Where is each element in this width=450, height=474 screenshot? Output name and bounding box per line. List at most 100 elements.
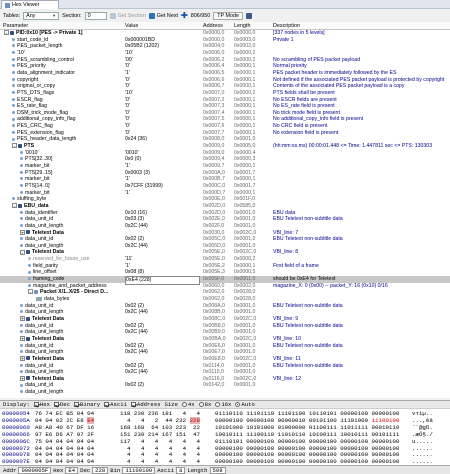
tree-row[interactable]: PTS[29..15] 0x0003 (3) 0x000A,0 0x0001,7 bbox=[0, 170, 450, 177]
add-button[interactable]: ✚ bbox=[181, 11, 188, 20]
tree-row-value: 0x02 (2) bbox=[125, 362, 145, 369]
tree-row[interactable]: data_unit_id 0x02 (2) 0x00B8,0 0x0001,0 EBU … bbox=[0, 323, 450, 330]
tree-row[interactable]: data_unit_length 0x2C (44) 0x00E7,0 0x0001,… bbox=[0, 349, 450, 356]
tree-row[interactable]: additional_copy_info_flag '0' 0x0007,5 0x00… bbox=[0, 116, 450, 123]
tree-row-label: data_unit_id bbox=[25, 342, 54, 349]
size-auto[interactable]: Auto bbox=[235, 401, 255, 408]
tree-row[interactable]: copyright '0' 0x0006,6 0x0000,1 Not defined … bbox=[0, 77, 450, 84]
collapse-icon[interactable]: - bbox=[12, 143, 17, 149]
tree-row[interactable]: data_unit_length 0x2C (44) 0x008B,0 0x0001,… bbox=[0, 309, 450, 316]
col-description[interactable]: Description bbox=[273, 23, 300, 29]
tree-row[interactable]: + Teletext Data 0x00BA,0 0x002C,0 VBI_line: … bbox=[0, 336, 450, 343]
tree-row[interactable]: - PTS 0x0009,0 0x0005,0 (hh:mm:ss.ms) 00:00:… bbox=[0, 143, 450, 150]
tree-row[interactable]: framing_code 0xE4 (228) 0x005F,0 0x0001,0 sh… bbox=[0, 276, 450, 285]
tree-row[interactable]: - Teletext Data 0x005E,0 0x002C,0 VBI_line: … bbox=[0, 249, 450, 256]
tree-row[interactable]: PES_extension_flag '0' 0x0007,7 0x0000,1 No … bbox=[0, 130, 450, 137]
get-section-button[interactable]: Get Section bbox=[109, 12, 146, 19]
tree-row[interactable]: data_unit_id 0x02 (2) 0x0142,0 0x0001,0 bbox=[0, 382, 450, 389]
tp-mode-button[interactable]: TP Mode bbox=[213, 11, 244, 20]
get-next-button[interactable]: Get Next bbox=[148, 12, 178, 19]
size-4x[interactable]: 4x bbox=[181, 401, 195, 408]
tab-hex-viewer[interactable]: Hex Viewer bbox=[1, 0, 59, 9]
tree-row[interactable]: '0010' '0010' 0x0009,0 0x0000,4 bbox=[0, 150, 450, 157]
dec-toggle[interactable]: Dec bbox=[53, 401, 70, 408]
tree-row[interactable]: - PID:0x10 [PES -> Private 1] 0x0000,0 0x00… bbox=[0, 30, 450, 37]
tree-row[interactable]: PES_packet_length 0x05B2 (1202) 0x0004,0 0x… bbox=[0, 43, 450, 50]
tree-row[interactable]: PTS_DTS_flags '10' 0x0007,0 0x0000,2 PTS fie… bbox=[0, 90, 450, 97]
tree-row[interactable]: - EBU_data 0x002D,0 0x0585,0 bbox=[0, 203, 450, 210]
expand-icon[interactable]: + bbox=[20, 355, 25, 361]
expand-icon[interactable]: + bbox=[20, 336, 25, 342]
tree-row[interactable]: marker_bit '1' 0x0009,7 0x0000,1 bbox=[0, 163, 450, 170]
section-input-value: 0 bbox=[87, 12, 91, 19]
size-16x[interactable]: 16x bbox=[215, 401, 231, 408]
tables-select[interactable]: Any ▼ bbox=[23, 11, 60, 20]
tree-row[interactable]: data_identifier 0x10 (16) 0x002D,0 0x0001,0… bbox=[0, 210, 450, 217]
ascii-toggle[interactable]: Ascii bbox=[104, 401, 127, 408]
tree-row[interactable]: + Teletext Data 0x0116,0 0x002C,0 VBI_line: … bbox=[0, 376, 450, 383]
collapse-icon[interactable]: - bbox=[28, 289, 33, 295]
tree-row[interactable]: data_alignment_indicator '1' 0x0006,5 0x000… bbox=[0, 70, 450, 77]
tree-row[interactable]: data_unit_id 0x02 (2) 0x00E6,0 0x0001,0 EBU … bbox=[0, 343, 450, 350]
hex-toggle[interactable]: Hex bbox=[33, 401, 50, 408]
tree-row[interactable]: magazine_and_packet_address 0x0060,0 0x000… bbox=[0, 283, 450, 290]
tree-row[interactable]: data_unit_id 0x02 (2) 0x0114,0 0x0001,0 EBU … bbox=[0, 363, 450, 370]
section-input[interactable]: 0 bbox=[84, 11, 107, 20]
tree-row[interactable]: PES_scrambling_control '00' 0x0006,2 0x0000… bbox=[0, 57, 450, 64]
expand-icon[interactable]: + bbox=[20, 375, 25, 381]
tree-row[interactable]: marker_bit '1' 0x000D,7 0x0000,1 bbox=[0, 190, 450, 197]
tree-row[interactable]: data_unit_length 0x2C (44) 0x002F,0 0x0001,… bbox=[0, 223, 450, 230]
parameter-tree[interactable]: - PID:0x10 [PES -> Private 1] 0x0000,0 0x00… bbox=[0, 30, 450, 398]
tree-row[interactable]: PES_header_data_length 0x24 (36) 0x0008,0 0… bbox=[0, 136, 450, 143]
collapse-icon[interactable]: - bbox=[12, 203, 17, 209]
tree-row[interactable]: marker_bit '1' 0x000B,7 0x0000,1 bbox=[0, 176, 450, 183]
tree-row[interactable]: reserved_for_future_use '11' 0x005E,0 0x000… bbox=[0, 256, 450, 263]
save-button[interactable] bbox=[246, 12, 253, 19]
tree-row[interactable]: stuffing_byte 0x000E,0 0x001F,0 bbox=[0, 196, 450, 203]
tree-row[interactable]: data_unit_id 0x02 (2) 0x008A,0 0x0001,0 EBU … bbox=[0, 303, 450, 310]
tree-row[interactable]: DSM_trick_mode_flag '0' 0x0007,4 0x0000,1 No… bbox=[0, 110, 450, 117]
size-8x[interactable]: 8x bbox=[198, 401, 211, 408]
expand-icon[interactable]: + bbox=[20, 316, 25, 322]
tree-row[interactable]: data_unit_length 0x2C (44) 0x00B9,0 0x0001,… bbox=[0, 329, 450, 336]
tree-row[interactable]: data_unit_length bbox=[0, 389, 450, 396]
field-icon bbox=[12, 37, 15, 41]
tree-row[interactable]: data_unit_id 0x03 (3) 0x002E,0 0x0001,0 EBU … bbox=[0, 216, 450, 223]
tree-row[interactable]: data_unit_length 0x2C (44) 0x005D,0 0x0001,… bbox=[0, 243, 450, 250]
tree-row[interactable]: - Packet X/1..X/25 - Direct D... 0x0062,0 0… bbox=[0, 289, 450, 296]
tree-row[interactable]: PTS[32..30] 0x0 (0) 0x0009,4 0x0000,3 bbox=[0, 156, 450, 163]
tree-row[interactable]: original_or_copy '0' 0x0006,7 0x0000,1 Conte… bbox=[0, 83, 450, 90]
binary-toggle[interactable]: Binary bbox=[74, 401, 100, 408]
tree-row[interactable]: ESCR_flag '0' 0x0007,2 0x0000,1 No ESCR fiel… bbox=[0, 97, 450, 104]
collapse-icon[interactable]: - bbox=[4, 30, 9, 36]
collapse-icon[interactable]: - bbox=[20, 249, 25, 255]
tree-row-value: 0x10 (16) bbox=[125, 209, 147, 216]
tree-row[interactable]: data_unit_length 0x2C (44) 0x0115,0 0x0001,… bbox=[0, 369, 450, 376]
tree-row[interactable]: PES_CRC_flag '0' 0x0007,6 0x0000,1 No CRC fi… bbox=[0, 123, 450, 130]
tree-row[interactable]: data_unit_id 0x02 (2) 0x005C,0 0x0001,0 EBU … bbox=[0, 236, 450, 243]
expand-icon[interactable]: + bbox=[20, 229, 25, 235]
col-value[interactable]: Value bbox=[125, 23, 138, 29]
tree-row[interactable]: start_code_id 0x000001BD 0x0000,0 0x0003,0 P… bbox=[0, 37, 450, 44]
address-toggle[interactable]: Address bbox=[130, 401, 160, 408]
col-address[interactable]: Address bbox=[203, 23, 223, 29]
tree-row-address: 0x000D,7 bbox=[203, 189, 226, 196]
tree-row[interactable]: data_bytes 0x0062,0 0x0028,0 bbox=[0, 296, 450, 303]
tree-row-description: First field of a frame bbox=[273, 262, 319, 269]
col-length[interactable]: Length bbox=[234, 23, 251, 29]
dec-label: Dec bbox=[80, 466, 91, 474]
tree-row[interactable]: ES_rate_flag '0' 0x0007,3 0x0000,1 No ES_rat… bbox=[0, 103, 450, 110]
hex-row[interactable]: 0000007E 04 04 04 04 04 04 4 4 4 4 4 4 000… bbox=[2, 458, 448, 465]
tree-row[interactable]: + Teletext Data 0x0030,0 0x002C,0 VBI_line: … bbox=[0, 230, 450, 237]
tree-row[interactable]: '10' '10' 0x0006,0 0x0000,2 bbox=[0, 50, 450, 57]
tree-row-description: No ESCR fields are present bbox=[273, 96, 337, 103]
tree-row[interactable]: PES_priority '0' 0x0006,4 0x0000,1 Normal pr… bbox=[0, 63, 450, 70]
tree-row[interactable]: field_parity '1' 0x005E,2 0x0000,1 First fie… bbox=[0, 263, 450, 270]
tree-row[interactable]: + Teletext Data 0x00E8,0 0x002C,0 VBI_line: … bbox=[0, 356, 450, 363]
tree-row[interactable]: PTS[14..0] 0x7CFF (31999) 0x000C,0 0x0001,7 bbox=[0, 183, 450, 190]
tree-row[interactable]: line_offset 0x08 (8) 0x005E,3 0x0000,5 bbox=[0, 269, 450, 276]
hex-dump-panel[interactable]: 00000054 76 74 EC B5 04 04 118 230 236 181… bbox=[0, 409, 450, 465]
tree-row-label: framing_code bbox=[33, 276, 65, 283]
col-parameter[interactable]: Parameter bbox=[3, 23, 28, 29]
tree-row[interactable]: + Teletext Data 0x008C,0 0x002C,0 VBI_line: … bbox=[0, 316, 450, 323]
